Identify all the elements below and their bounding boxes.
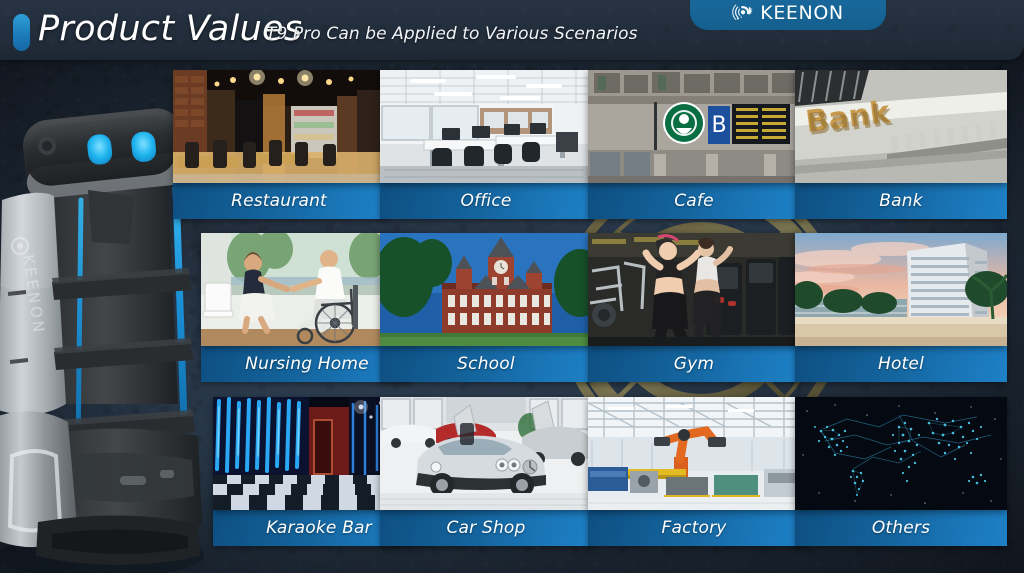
scenario-card-gym[interactable]: Gym: [588, 233, 800, 382]
card-label-gym: Gym: [588, 346, 800, 382]
card-label-school: School: [380, 346, 592, 382]
card-photo-hotel: [795, 233, 1007, 346]
card-label-text: Nursing Home: [245, 354, 369, 374]
card-photo-car-shop: [380, 397, 592, 510]
scenario-card-cafe[interactable]: B Cafe: [588, 70, 800, 219]
card-photo-office: [380, 70, 592, 183]
scenario-card-grid: Restaurant Office B Cafe Bank Bank Bank …: [173, 70, 1007, 550]
scenario-card-office[interactable]: Office: [380, 70, 592, 219]
scenario-card-others[interactable]: Others: [795, 397, 1007, 546]
slide-canvas: Product Values T9 Pro Can be Applied to …: [0, 0, 1024, 573]
card-label-text: Factory: [661, 518, 727, 538]
svg-text:B: B: [711, 113, 726, 138]
title-accent-pill-icon: [13, 14, 30, 51]
card-label-text: Bank: [879, 191, 923, 211]
card-label-hotel: Hotel: [795, 346, 1007, 382]
card-label-text: Gym: [673, 354, 715, 374]
card-photo-cafe: B: [588, 70, 800, 183]
card-label-text: Cafe: [674, 191, 714, 211]
scenario-card-car-shop[interactable]: Car Shop: [380, 397, 592, 546]
page-title: Product Values: [38, 9, 303, 49]
card-photo-factory: [588, 397, 800, 510]
scenario-card-restaurant[interactable]: Restaurant: [173, 70, 385, 219]
card-label-text: School: [457, 354, 515, 374]
card-label-text: Car Shop: [446, 518, 526, 538]
card-label-cafe: Cafe: [588, 183, 800, 219]
keenon-gear-logo-icon: [732, 4, 753, 20]
brand-logo-tab: KEENON: [690, 0, 886, 30]
card-label-others: Others: [795, 510, 1007, 546]
card-photo-others: [795, 397, 1007, 510]
card-photo-school: [380, 233, 592, 346]
card-label-restaurant: Restaurant: [173, 183, 385, 219]
card-photo-restaurant: [173, 70, 385, 183]
card-label-text: Restaurant: [231, 191, 327, 211]
card-label-text: Others: [871, 518, 931, 538]
scenario-card-school[interactable]: School: [380, 233, 592, 382]
card-photo-gym: [588, 233, 800, 346]
card-label-car-shop: Car Shop: [380, 510, 592, 546]
brand-name: KEENON: [760, 1, 844, 24]
card-label-bank: Bank: [795, 183, 1007, 219]
card-photo-bank: Bank Bank: [795, 70, 1007, 183]
card-label-text: Office: [460, 191, 512, 211]
card-label-text: Karaoke Bar: [266, 518, 372, 538]
card-label-factory: Factory: [588, 510, 800, 546]
scenario-card-bank[interactable]: Bank Bank Bank: [795, 70, 1007, 219]
scenario-card-factory[interactable]: Factory: [588, 397, 800, 546]
card-label-text: Hotel: [877, 354, 925, 374]
card-label-office: Office: [380, 183, 592, 219]
scenario-card-hotel[interactable]: Hotel: [795, 233, 1007, 382]
page-subtitle: T9 Pro Can be Applied to Various Scenari…: [266, 24, 638, 44]
